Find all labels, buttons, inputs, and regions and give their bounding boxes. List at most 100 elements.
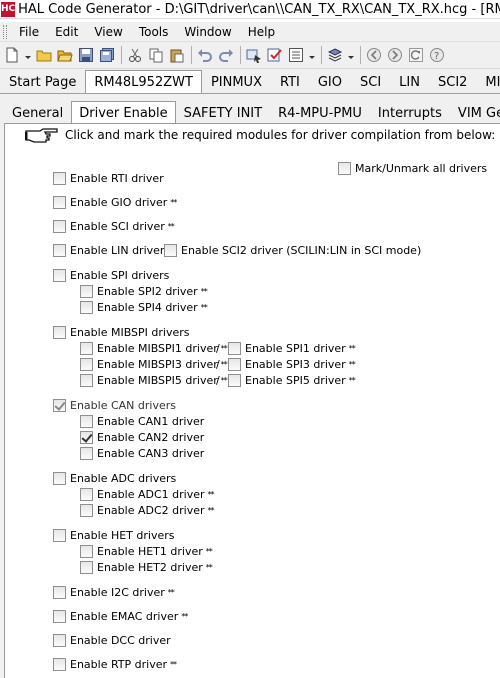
checked-checkbox-icon[interactable] — [53, 399, 66, 412]
checkbox-icon[interactable] — [53, 172, 66, 185]
checkbox-mibspi1[interactable]: Enable MIBSPI1 driver ** — [80, 342, 228, 355]
checkbox-can3[interactable]: Enable CAN3 driver — [80, 447, 204, 460]
checkbox-box[interactable] — [338, 162, 351, 175]
checkbox-icon[interactable] — [53, 658, 66, 671]
checkbox-mibspi[interactable]: Enable MIBSPI drivers — [53, 326, 190, 339]
tab-pinmux[interactable]: PINMUX — [202, 71, 271, 93]
tab-rti[interactable]: RTI — [271, 71, 309, 93]
checkbox-icon[interactable] — [228, 358, 241, 371]
checkbox-can[interactable]: Enable CAN drivers — [53, 399, 176, 412]
menu-edit[interactable]: Edit — [47, 25, 86, 39]
mark-all-checkbox[interactable]: Mark/Unmark all drivers — [338, 162, 487, 175]
menu-tools[interactable]: Tools — [131, 25, 177, 39]
checkbox-can2[interactable]: Enable CAN2 driver — [80, 431, 204, 444]
checkbox-icon[interactable] — [164, 244, 177, 257]
checkbox-spi2[interactable]: Enable SPI2 driver ** — [80, 285, 208, 298]
tab-sci[interactable]: SCI — [351, 71, 390, 93]
tab-safety-init[interactable]: SAFETY INIT — [176, 102, 270, 123]
generate-icon[interactable] — [244, 45, 264, 65]
checkbox-rti[interactable]: Enable RTI driver — [53, 172, 164, 185]
tab-general[interactable]: General — [4, 102, 71, 123]
save-all-icon[interactable] — [97, 45, 117, 65]
checkbox-rtp[interactable]: Enable RTP driver ** — [53, 658, 177, 671]
checkbox-sci[interactable]: Enable SCI driver ** — [53, 220, 175, 233]
paste-icon[interactable] — [167, 45, 187, 65]
tab-start-page[interactable]: Start Page — [0, 71, 85, 93]
checkbox-icon[interactable] — [53, 244, 66, 257]
layers-icon[interactable] — [325, 45, 345, 65]
tab-interrupts[interactable]: Interrupts — [370, 102, 450, 123]
grip-icon[interactable] — [3, 24, 7, 39]
dropdown-icon[interactable] — [346, 45, 356, 65]
checkbox-can1[interactable]: Enable CAN1 driver — [80, 415, 204, 428]
checkbox-icon[interactable] — [80, 374, 93, 387]
dropdown-icon[interactable] — [307, 45, 317, 65]
checkbox-icon[interactable] — [53, 220, 66, 233]
tab-rm48l952zwt[interactable]: RM48L952ZWT — [85, 70, 202, 93]
checkbox-sci2[interactable]: Enable SCI2 driver (SCILIN:LIN in SCI mo… — [164, 244, 421, 257]
checkbox-dcc[interactable]: Enable DCC driver — [53, 634, 171, 647]
checkbox-icon[interactable] — [80, 285, 93, 298]
checkbox-icon[interactable] — [80, 504, 93, 517]
checkbox-spi5[interactable]: Enable SPI5 driver ** — [228, 374, 356, 387]
checkbox-icon[interactable] — [53, 472, 66, 485]
nav-back-icon[interactable] — [364, 45, 384, 65]
checkbox-lin[interactable]: Enable LIN driver / — [53, 244, 172, 257]
tab-vim-general[interactable]: VIM General — [450, 102, 500, 123]
dropdown-icon[interactable] — [23, 45, 33, 65]
open-folder-icon[interactable] — [55, 45, 75, 65]
checkbox-mibspi5[interactable]: Enable MIBSPI5 driver ** — [80, 374, 228, 387]
checkbox-i2c[interactable]: Enable I2C driver ** — [53, 586, 175, 599]
checkbox-icon[interactable] — [80, 561, 93, 574]
checkbox-icon[interactable] — [80, 488, 93, 501]
checkbox-icon[interactable] — [53, 610, 66, 623]
undo-icon[interactable] — [195, 45, 215, 65]
menu-view[interactable]: View — [86, 25, 130, 39]
checkbox-icon[interactable] — [53, 634, 66, 647]
tab-sci2[interactable]: SCI2 — [429, 71, 476, 93]
open-icon[interactable] — [34, 45, 54, 65]
checkbox-spi3[interactable]: Enable SPI3 driver ** — [228, 358, 356, 371]
checkbox-icon[interactable] — [228, 342, 241, 355]
tab-r4-mpu-pmu[interactable]: R4-MPU-PMU — [270, 102, 370, 123]
help-icon[interactable]: ? — [427, 45, 447, 65]
tab-gio[interactable]: GIO — [309, 71, 351, 93]
redo-icon[interactable] — [216, 45, 236, 65]
checkbox-adc2[interactable]: Enable ADC2 driver ** — [80, 504, 215, 517]
checkbox-spi1[interactable]: Enable SPI1 driver ** — [228, 342, 356, 355]
checkbox-icon[interactable] — [53, 269, 66, 282]
copy-icon[interactable] — [146, 45, 166, 65]
checkbox-het[interactable]: Enable HET drivers — [53, 529, 175, 542]
checkbox-spi[interactable]: Enable SPI drivers — [53, 269, 169, 282]
checkbox-emac[interactable]: Enable EMAC driver ** — [53, 610, 188, 623]
checkbox-icon[interactable] — [80, 301, 93, 314]
checkbox-icon[interactable] — [53, 326, 66, 339]
check-icon[interactable] — [265, 45, 285, 65]
cut-icon[interactable] — [125, 45, 145, 65]
tab-mibspi1[interactable]: MIBSPI1 — [476, 71, 500, 93]
checkbox-icon[interactable] — [80, 358, 93, 371]
checkbox-adc1[interactable]: Enable ADC1 driver ** — [80, 488, 215, 501]
menu-window[interactable]: Window — [176, 25, 239, 39]
new-icon[interactable] — [2, 45, 22, 65]
checkbox-icon[interactable] — [53, 196, 66, 209]
checked-checkbox-icon[interactable] — [80, 431, 93, 444]
checkbox-mibspi3[interactable]: Enable MIBSPI3 driver ** — [80, 358, 228, 371]
checkbox-icon[interactable] — [80, 415, 93, 428]
checkbox-icon[interactable] — [53, 529, 66, 542]
checkbox-gio[interactable]: Enable GIO driver ** — [53, 196, 177, 209]
list-icon[interactable] — [286, 45, 306, 65]
checkbox-icon[interactable] — [80, 447, 93, 460]
checkbox-spi4[interactable]: Enable SPI4 driver ** — [80, 301, 208, 314]
checkbox-icon[interactable] — [228, 374, 241, 387]
checkbox-icon[interactable] — [53, 586, 66, 599]
menu-file[interactable]: File — [11, 25, 47, 39]
checkbox-icon[interactable] — [80, 545, 93, 558]
checkbox-het2[interactable]: Enable HET2 driver ** — [80, 561, 213, 574]
menu-help[interactable]: Help — [240, 25, 283, 39]
checkbox-adc[interactable]: Enable ADC drivers — [53, 472, 176, 485]
checkbox-icon[interactable] — [80, 342, 93, 355]
nav-forward-icon[interactable] — [385, 45, 405, 65]
tab-driver-enable[interactable]: Driver Enable — [71, 101, 176, 123]
tab-lin[interactable]: LIN — [390, 71, 429, 93]
